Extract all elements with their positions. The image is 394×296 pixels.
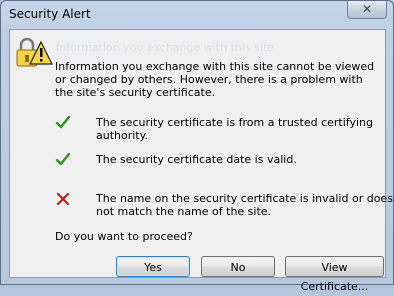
security-alert-dialog: Security Alert ✕ Information you exchang… — [0, 0, 394, 293]
dialog-content: Information you exchange with this site … — [9, 29, 393, 293]
ghost-text: Information you exchange with this site — [56, 41, 275, 54]
info-message: Information you exchange with this site … — [55, 60, 375, 99]
close-icon: ✕ — [361, 2, 373, 16]
check-text-date-valid: The security certificate date is valid. — [96, 153, 297, 166]
check-text-trusted-authority: The security certificate is from a trust… — [96, 116, 373, 142]
check-text-name-invalid: The name on the security certificate is … — [96, 192, 393, 218]
no-button[interactable]: No — [201, 256, 275, 277]
padlock-warning-icon — [16, 38, 53, 67]
proceed-question: Do you want to proceed? — [55, 230, 193, 243]
close-button[interactable]: ✕ — [347, 1, 387, 19]
green-checkmark-icon — [55, 152, 71, 166]
view-certificate-button[interactable]: View Certificate... — [285, 256, 384, 293]
red-x-icon — [56, 192, 70, 206]
green-checkmark-icon — [55, 115, 71, 129]
yes-button[interactable]: Yes — [116, 256, 190, 277]
dialog-title: Security Alert — [9, 7, 91, 21]
